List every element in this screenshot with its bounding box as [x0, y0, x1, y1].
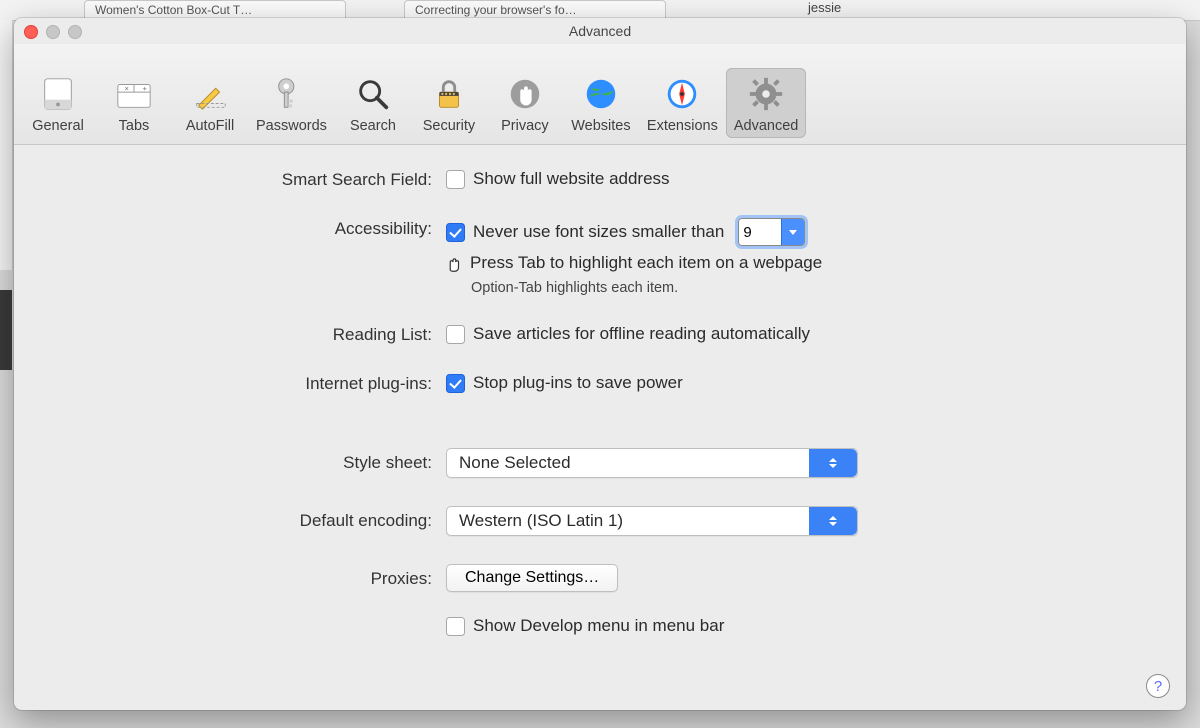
- label-proxies: Proxies:: [44, 564, 446, 589]
- updown-icon: [809, 449, 857, 477]
- row-proxies: Proxies: Change Settings…: [44, 564, 1156, 592]
- tab-websites[interactable]: Websites: [563, 68, 639, 138]
- tab-label: Security: [423, 118, 475, 134]
- row-develop-menu: Show Develop menu in menu bar: [44, 616, 1156, 636]
- checkbox-text: Stop plug-ins to save power: [473, 373, 683, 393]
- compass-icon: [662, 74, 702, 114]
- checkbox-text: Show Develop menu in menu bar: [473, 616, 724, 636]
- row-default-encoding: Default encoding: Western (ISO Latin 1): [44, 506, 1156, 536]
- search-icon: [353, 74, 393, 114]
- svg-text:+: +: [143, 84, 148, 93]
- tab-advanced[interactable]: Advanced: [726, 68, 807, 138]
- checkbox-icon: [446, 617, 465, 636]
- checkbox-icon: [446, 374, 465, 393]
- background-user-label: jessie: [808, 0, 841, 15]
- label-plugins: Internet plug-ins:: [44, 373, 446, 394]
- tab-general[interactable]: General: [20, 68, 96, 138]
- help-button[interactable]: ?: [1146, 674, 1170, 698]
- window-controls: [24, 25, 82, 39]
- tab-privacy[interactable]: Privacy: [487, 68, 563, 138]
- row-smart-search: Smart Search Field: Show full website ad…: [44, 169, 1156, 190]
- checkbox-text: Press Tab to highlight each item on a we…: [470, 253, 822, 273]
- style-sheet-select[interactable]: None Selected: [446, 448, 858, 478]
- tab-label: General: [32, 118, 84, 134]
- background-sidebar-dark: [0, 290, 12, 370]
- tab-label: AutoFill: [186, 118, 234, 134]
- lock-icon: [429, 74, 469, 114]
- advanced-form: Smart Search Field: Show full website ad…: [14, 145, 1186, 668]
- default-encoding-select[interactable]: Western (ISO Latin 1): [446, 506, 858, 536]
- min-font-size-stepper[interactable]: [738, 218, 805, 246]
- background-tab-1: Women's Cotton Box-Cut T…: [84, 0, 346, 19]
- min-font-size-input[interactable]: [739, 219, 781, 245]
- checkbox-text: Never use font sizes smaller than: [473, 222, 724, 242]
- tab-label: Advanced: [734, 118, 799, 134]
- label-accessibility: Accessibility:: [44, 218, 446, 239]
- label-smart-search: Smart Search Field:: [44, 169, 446, 190]
- tab-label: Passwords: [256, 118, 327, 134]
- label-default-encoding: Default encoding:: [44, 506, 446, 531]
- tab-passwords[interactable]: Passwords: [248, 68, 335, 138]
- checkbox-text: Show full website address: [473, 169, 670, 189]
- checkbox-show-full-url[interactable]: Show full website address: [446, 169, 670, 189]
- row-plugins: Internet plug-ins: Stop plug-ins to save…: [44, 373, 1156, 394]
- tab-search[interactable]: Search: [335, 68, 411, 138]
- background-tab-2: Correcting your browser's fo…: [404, 0, 666, 19]
- checkbox-icon: [446, 170, 465, 189]
- tab-label: Websites: [571, 118, 630, 134]
- globe-icon: [581, 74, 621, 114]
- checkbox-offline-reading[interactable]: Save articles for offline reading automa…: [446, 324, 810, 344]
- checkbox-develop-menu[interactable]: Show Develop menu in menu bar: [446, 616, 724, 636]
- key-icon: [271, 74, 311, 114]
- checkbox-icon: [446, 325, 465, 344]
- tab-label: Tabs: [119, 118, 150, 134]
- privacy-hand-icon: [505, 74, 545, 114]
- tab-autofill[interactable]: AutoFill: [172, 68, 248, 138]
- minimize-window-button[interactable]: [46, 25, 60, 39]
- checkbox-min-font-size[interactable]: [446, 223, 465, 242]
- svg-text:×: ×: [125, 84, 129, 93]
- tab-extensions[interactable]: Extensions: [639, 68, 726, 138]
- checkbox-stop-plugins[interactable]: Stop plug-ins to save power: [446, 373, 683, 393]
- change-settings-button[interactable]: Change Settings…: [446, 564, 618, 592]
- close-window-button[interactable]: [24, 25, 38, 39]
- pointer-cursor-icon: [442, 252, 464, 274]
- updown-icon: [809, 507, 857, 535]
- tab-security[interactable]: Security: [411, 68, 487, 138]
- tab-label: Extensions: [647, 118, 718, 134]
- row-style-sheet: Style sheet: None Selected: [44, 448, 1156, 478]
- autofill-icon: [190, 74, 230, 114]
- tab-label: Search: [350, 118, 396, 134]
- label-empty: [44, 616, 446, 617]
- preferences-toolbar: General ×+ Tabs AutoFill Passwords Searc…: [14, 44, 1186, 145]
- checkbox-text: Save articles for offline reading automa…: [473, 324, 810, 344]
- row-accessibility: Accessibility: Never use font sizes smal…: [44, 218, 1156, 296]
- tab-label: Privacy: [501, 118, 549, 134]
- general-icon: [38, 74, 78, 114]
- select-value: Western (ISO Latin 1): [447, 511, 635, 531]
- accessibility-note: Option-Tab highlights each item.: [471, 280, 678, 296]
- label-style-sheet: Style sheet:: [44, 448, 446, 473]
- tab-tabs[interactable]: ×+ Tabs: [96, 68, 172, 138]
- label-reading-list: Reading List:: [44, 324, 446, 345]
- background-sidebar-light: [0, 20, 13, 270]
- titlebar: Advanced: [14, 18, 1186, 44]
- tabs-icon: ×+: [114, 74, 154, 114]
- checkbox-tab-highlight[interactable]: Press Tab to highlight each item on a we…: [446, 252, 822, 274]
- preferences-window: Advanced General ×+ Tabs AutoFill Passwo: [14, 18, 1186, 710]
- zoom-window-button[interactable]: [68, 25, 82, 39]
- select-value: None Selected: [447, 453, 583, 473]
- window-title: Advanced: [569, 23, 631, 39]
- chevron-down-icon[interactable]: [781, 219, 804, 245]
- row-reading-list: Reading List: Save articles for offline …: [44, 324, 1156, 345]
- gear-icon: [746, 74, 786, 114]
